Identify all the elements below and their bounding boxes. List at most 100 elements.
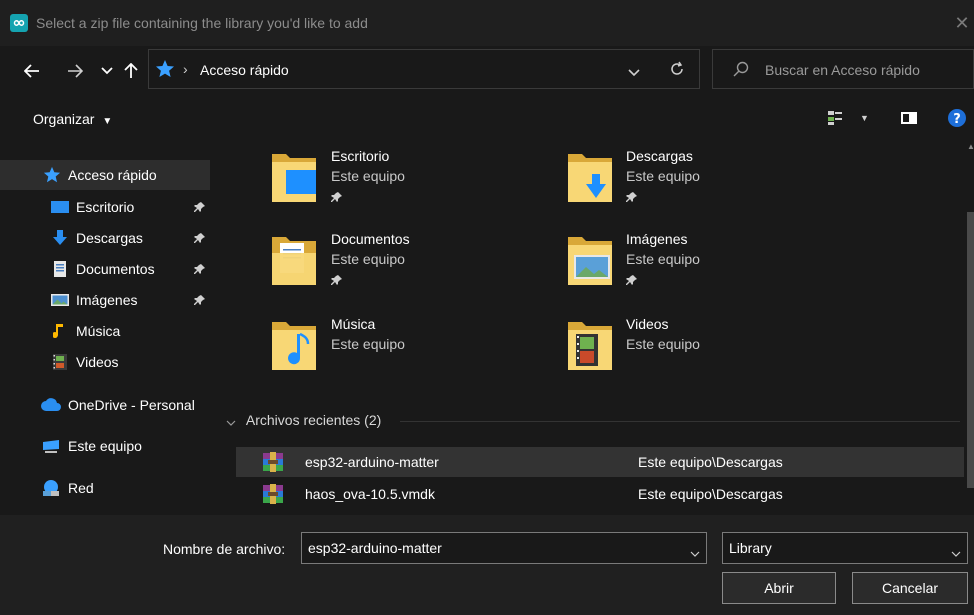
sidebar-item-onedrive[interactable]: OneDrive - Personal bbox=[0, 390, 214, 420]
sidebar-item-this-pc[interactable]: Este equipo bbox=[0, 431, 214, 461]
chevron-down-icon bbox=[226, 413, 236, 429]
folder-tile-videos[interactable]: Videos Este equipo bbox=[564, 316, 834, 380]
pin-icon bbox=[626, 273, 638, 289]
sidebar-item-videos[interactable]: Videos bbox=[0, 347, 214, 377]
recent-file-path: Este equipo\Descargas bbox=[638, 486, 783, 502]
folder-location: Este equipo bbox=[331, 168, 405, 184]
folder-tile-music[interactable]: Música Este equipo bbox=[268, 316, 538, 380]
sidebar-item-network[interactable]: Red bbox=[0, 473, 214, 503]
preview-pane-icon[interactable] bbox=[900, 110, 918, 129]
folder-location: Este equipo bbox=[626, 168, 700, 184]
folder-tile-pictures[interactable]: Imágenes Este equipo bbox=[564, 231, 834, 295]
music-icon bbox=[50, 322, 70, 340]
infinity-icon bbox=[10, 14, 28, 32]
filename-input[interactable]: esp32-arduino-matter bbox=[301, 532, 707, 564]
window-title: Select a zip file containing the library… bbox=[36, 15, 368, 31]
desktop-folder-icon bbox=[270, 148, 318, 207]
file-type-filter[interactable]: Library bbox=[722, 532, 968, 564]
downloads-folder-icon bbox=[566, 148, 614, 207]
download-icon bbox=[50, 229, 70, 247]
music-folder-icon bbox=[270, 316, 318, 375]
folder-name: Escritorio bbox=[331, 148, 390, 164]
folder-tile-downloads[interactable]: Descargas Este equipo bbox=[564, 148, 834, 212]
scrollbar-thumb[interactable] bbox=[967, 212, 974, 488]
cloud-icon bbox=[40, 396, 62, 414]
refresh-icon[interactable] bbox=[668, 60, 686, 81]
open-button[interactable]: Abrir bbox=[722, 572, 836, 604]
recent-section-toggle[interactable]: Archivos recientes (2) bbox=[226, 412, 381, 429]
sidebar-item-documents[interactable]: Documentos bbox=[0, 254, 214, 284]
folder-location: Este equipo bbox=[626, 336, 700, 352]
scroll-up-icon[interactable]: ▲ bbox=[967, 142, 974, 151]
folder-tile-documents[interactable]: Documentos Este equipo bbox=[268, 231, 538, 295]
pictures-folder-icon bbox=[566, 231, 614, 290]
star-icon bbox=[155, 59, 175, 82]
recent-file-name: haos_ova-10.5.vmdk bbox=[305, 486, 435, 502]
organize-button[interactable]: Organizar ▼ bbox=[33, 111, 112, 127]
cancel-button[interactable]: Cancelar bbox=[852, 572, 968, 604]
sidebar-item-label: Imágenes bbox=[76, 292, 138, 308]
breadcrumb-current[interactable]: Acceso rápido bbox=[200, 62, 289, 78]
close-icon[interactable]: ✕ bbox=[952, 13, 972, 33]
chevron-down-icon bbox=[951, 544, 961, 560]
archive-icon bbox=[262, 483, 284, 508]
arrow-right-icon[interactable] bbox=[64, 60, 86, 82]
recent-file-path: Este equipo\Descargas bbox=[638, 454, 783, 470]
sidebar-item-label: Escritorio bbox=[76, 199, 135, 215]
folder-tile-desktop[interactable]: Escritorio Este equipo bbox=[268, 148, 538, 212]
archive-icon bbox=[262, 451, 284, 476]
folder-name: Videos bbox=[626, 316, 669, 332]
view-dropdown-icon[interactable]: ▼ bbox=[860, 113, 869, 123]
folder-name: Descargas bbox=[626, 148, 693, 164]
recent-file-name: esp32-arduino-matter bbox=[305, 454, 439, 470]
folder-location: Este equipo bbox=[626, 251, 700, 267]
pin-icon[interactable] bbox=[194, 200, 206, 216]
folder-name: Documentos bbox=[331, 231, 410, 247]
recent-file-row[interactable]: esp32-arduino-matter Este equipo\Descarg… bbox=[236, 447, 964, 477]
search-icon bbox=[733, 61, 749, 80]
network-icon bbox=[40, 479, 62, 497]
sidebar-item-downloads[interactable]: Descargas bbox=[0, 223, 214, 253]
sidebar-item-label: Documentos bbox=[76, 261, 155, 277]
sidebar-item-label: Videos bbox=[76, 354, 119, 370]
sidebar-item-label: Música bbox=[76, 323, 121, 339]
sidebar-item-label: Descargas bbox=[76, 230, 143, 246]
folder-name: Imágenes bbox=[626, 231, 688, 247]
breadcrumb-separator: › bbox=[183, 61, 188, 77]
section-divider bbox=[400, 421, 960, 422]
recent-files-header: Archivos recientes (2) bbox=[245, 412, 382, 428]
sidebar-item-label: Red bbox=[68, 480, 94, 496]
filename-label: Nombre de archivo: bbox=[163, 541, 286, 557]
chevron-down-icon[interactable] bbox=[96, 60, 118, 82]
folder-location: Este equipo bbox=[331, 336, 405, 352]
view-options-icon[interactable] bbox=[827, 110, 843, 129]
sidebar-item-label: Acceso rápido bbox=[68, 167, 157, 183]
document-icon bbox=[50, 260, 70, 278]
pin-icon bbox=[331, 190, 343, 206]
help-icon[interactable]: ? bbox=[947, 108, 967, 131]
address-history-dropdown-icon[interactable] bbox=[628, 64, 640, 80]
arrow-left-icon[interactable] bbox=[21, 60, 43, 82]
sidebar-item-music[interactable]: Música bbox=[0, 316, 214, 346]
desktop-icon bbox=[50, 198, 70, 216]
star-icon bbox=[42, 166, 62, 184]
documents-folder-icon bbox=[270, 231, 318, 290]
sidebar-item-quick-access[interactable]: Acceso rápido bbox=[0, 160, 210, 190]
chevron-down-icon[interactable] bbox=[690, 544, 700, 560]
filter-value: Library bbox=[729, 540, 772, 556]
pin-icon[interactable] bbox=[194, 262, 206, 278]
recent-file-row[interactable]: haos_ova-10.5.vmdk Este equipo\Descargas bbox=[236, 479, 964, 509]
arrow-up-icon[interactable] bbox=[120, 60, 142, 82]
filename-value: esp32-arduino-matter bbox=[308, 540, 442, 556]
pin-icon bbox=[626, 190, 638, 206]
pin-icon[interactable] bbox=[194, 231, 206, 247]
pictures-icon bbox=[50, 291, 70, 309]
pin-icon bbox=[331, 273, 343, 289]
folder-location: Este equipo bbox=[331, 251, 405, 267]
video-icon bbox=[50, 353, 70, 371]
pin-icon[interactable] bbox=[194, 293, 206, 309]
sidebar-item-desktop[interactable]: Escritorio bbox=[0, 192, 214, 222]
svg-text:?: ? bbox=[953, 112, 961, 127]
sidebar-item-label: Este equipo bbox=[68, 438, 142, 454]
sidebar-item-pictures[interactable]: Imágenes bbox=[0, 285, 214, 315]
